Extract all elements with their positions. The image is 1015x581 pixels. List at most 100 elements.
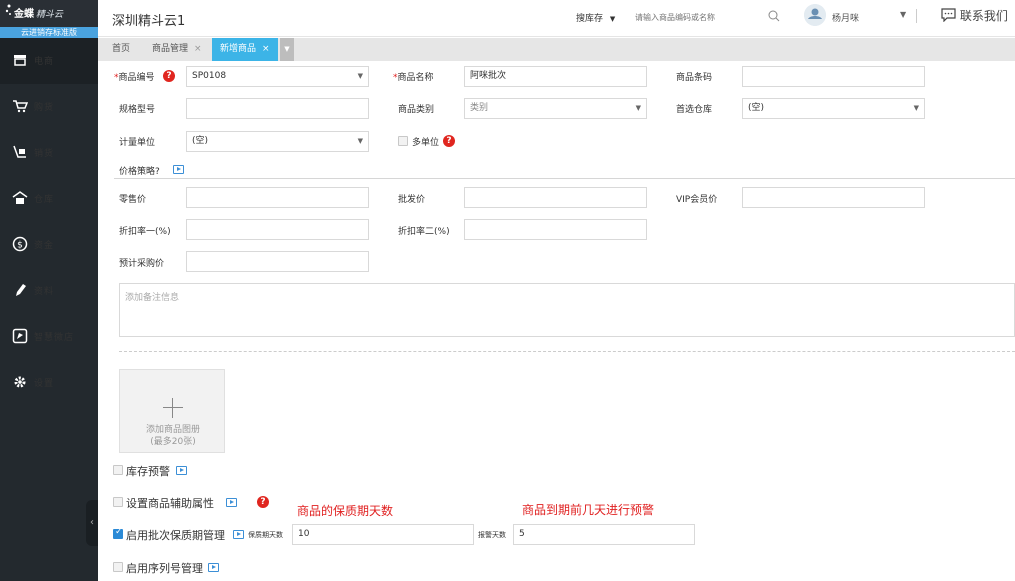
tab-new-product[interactable]: 新增商品 × <box>212 38 278 61</box>
barcode-field[interactable] <box>742 66 925 87</box>
brand-name: 金蝶 精斗云 <box>14 9 64 20</box>
video-icon[interactable] <box>176 466 187 475</box>
shelf-life-days-field[interactable]: 10 <box>292 524 474 545</box>
shelf-life-annotation: 商品的保质期天数 <box>297 504 394 518</box>
batch-management-label: 启用批次保质期管理 <box>126 529 225 542</box>
gear-icon <box>14 376 26 388</box>
multi-unit-checkbox[interactable] <box>398 136 408 146</box>
tab-bar: 首页 商品管理 × 新增商品 × ▼ <box>98 38 1015 61</box>
discount-rate-1-field[interactable] <box>186 219 369 240</box>
category-select[interactable]: 类别 ▼ <box>464 98 647 119</box>
discount-rate-2-field[interactable] <box>464 219 647 240</box>
sidebar-collapse-button[interactable]: ‹ <box>86 500 98 546</box>
warehouse-icon <box>12 191 28 204</box>
username[interactable]: 杨月咪 <box>832 11 859 24</box>
sidebar-item-warehouse[interactable]: 仓库 <box>0 176 98 222</box>
stock-alert-checkbox[interactable] <box>113 465 123 475</box>
alert-days-label: 报警天数 <box>478 531 506 539</box>
spec-model-label: 规格型号 <box>119 105 156 115</box>
sidebar-item-funds[interactable]: $ 资金 <box>0 222 98 268</box>
price-strategy-label[interactable]: 价格策略? <box>119 164 160 177</box>
contact-us-link[interactable]: 联系我们 <box>941 7 1008 24</box>
header-divider <box>916 9 917 23</box>
sidebar-item-settings[interactable]: 设置 <box>0 360 98 406</box>
section-divider <box>114 178 1015 179</box>
sidebar-item-label: 仓库 <box>34 195 55 205</box>
chevron-down-icon[interactable]: ▼ <box>900 10 906 19</box>
sidebar-item-purchase[interactable]: 购货 <box>0 84 98 130</box>
stock-alert-label: 库存预警 <box>126 465 170 478</box>
video-icon[interactable] <box>208 563 219 572</box>
money-icon: $ <box>12 236 28 252</box>
add-product-images-button[interactable]: 添加商品图册 (最多20张) <box>119 369 225 453</box>
smart-store-icon <box>12 328 28 344</box>
serial-number-checkbox[interactable] <box>113 562 123 572</box>
help-icon[interactable]: ? <box>163 70 175 82</box>
chat-icon <box>941 8 956 23</box>
vip-price-field[interactable] <box>742 187 925 208</box>
sidebar: 金蝶 精斗云 云进销存标准版 电商 购货 销货 仓库 $ 资金 资料 智慧微店 设… <box>0 0 98 581</box>
pencil-icon <box>16 284 26 296</box>
unit-label: 计量单位 <box>119 138 156 148</box>
sidebar-item-label: 资金 <box>34 241 55 251</box>
tab-home[interactable]: 首页 <box>104 38 138 61</box>
alert-days-field[interactable]: 5 <box>513 524 695 545</box>
sidebar-item-smart-store[interactable]: 智慧微店 <box>0 314 98 360</box>
dashed-divider <box>119 351 1015 352</box>
close-icon[interactable]: × <box>194 44 202 54</box>
unit-select[interactable]: (空) ▼ <box>186 131 369 152</box>
preferred-warehouse-select[interactable]: (空) ▼ <box>742 98 925 119</box>
cart-icon <box>13 100 28 113</box>
sidebar-item-ecommerce[interactable]: 电商 <box>0 38 98 84</box>
category-label: 商品类别 <box>398 105 435 115</box>
estimated-purchase-price-field[interactable] <box>186 251 369 272</box>
wholesale-price-label: 批发价 <box>398 195 426 205</box>
video-icon[interactable] <box>173 165 184 174</box>
sidebar-item-sales[interactable]: 销货 <box>0 130 98 176</box>
plus-icon <box>163 398 183 418</box>
upload-hint: 添加商品图册 (最多20张) <box>145 425 200 447</box>
wholesale-price-field[interactable] <box>464 187 647 208</box>
preferred-warehouse-label: 首选仓库 <box>676 105 713 115</box>
top-header: 深圳精斗云1 搜库存 ▼ 杨月咪 ▼ 联系我们 <box>98 0 1015 37</box>
shelf-life-days-label: 保质期天数 <box>248 531 283 539</box>
retail-price-label: 零售价 <box>119 195 147 205</box>
video-icon[interactable] <box>233 530 244 539</box>
batch-management-checkbox[interactable] <box>113 527 123 539</box>
close-icon[interactable]: × <box>262 44 270 54</box>
sidebar-item-label: 销货 <box>34 149 55 159</box>
discount-rate-1-label: 折扣率一(%) <box>119 227 171 237</box>
product-code-label: *商品编号 <box>114 73 155 83</box>
avatar[interactable] <box>804 4 826 26</box>
sidebar-item-label: 购货 <box>34 103 55 113</box>
product-code-field[interactable]: SP0108 ▼ <box>186 66 369 87</box>
spec-model-field[interactable] <box>186 98 369 119</box>
sidebar-item-label: 电商 <box>34 57 55 67</box>
logo-dots-icon <box>5 4 11 15</box>
sidebar-item-label: 资料 <box>34 287 55 297</box>
barcode-label: 商品条码 <box>676 73 713 83</box>
product-name-label: *商品名称 <box>393 73 434 83</box>
product-name-field[interactable]: 阿咪批次 <box>464 66 647 87</box>
tab-product-management[interactable]: 商品管理 × <box>144 38 210 61</box>
help-icon[interactable]: ? <box>257 496 269 508</box>
estimated-purchase-price-label: 预计采购价 <box>119 259 165 269</box>
video-icon[interactable] <box>226 498 237 507</box>
remark-textarea[interactable]: 添加备注信息 <box>119 283 1015 337</box>
tab-more-dropdown[interactable]: ▼ <box>280 38 294 61</box>
sidebar-item-data[interactable]: 资料 <box>0 268 98 314</box>
sidebar-item-label: 智慧微店 <box>34 333 75 343</box>
vip-price-label: VIP会员价 <box>676 195 718 205</box>
retail-price-field[interactable] <box>186 187 369 208</box>
help-icon[interactable]: ? <box>443 135 455 147</box>
svg-text:$: $ <box>17 241 23 251</box>
company-name[interactable]: 深圳精斗云1 <box>112 10 185 29</box>
sales-icon <box>13 145 26 158</box>
discount-rate-2-label: 折扣率二(%) <box>398 227 450 237</box>
search-icon[interactable] <box>768 10 780 22</box>
search-scope-dropdown[interactable]: 搜库存 ▼ <box>576 11 615 24</box>
brand-logo[interactable]: 金蝶 精斗云 <box>0 0 98 28</box>
aux-attribute-checkbox[interactable] <box>113 497 123 507</box>
search-input[interactable] <box>635 8 785 26</box>
store-icon <box>14 55 26 66</box>
